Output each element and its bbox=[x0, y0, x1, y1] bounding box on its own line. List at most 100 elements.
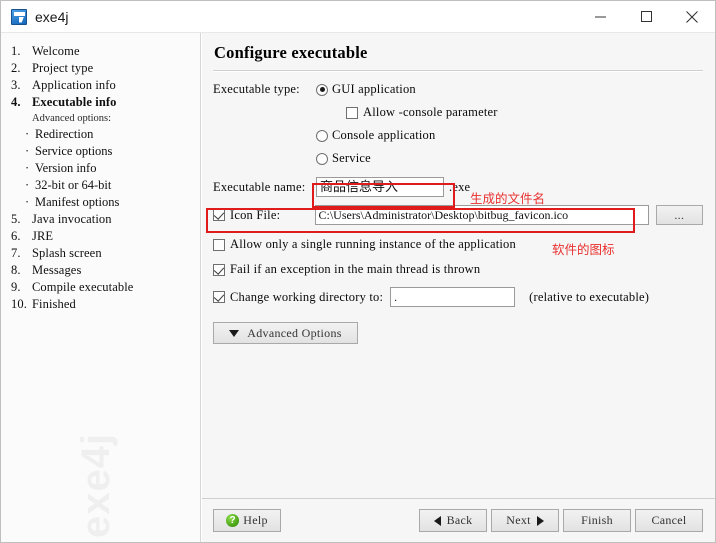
configure-executable-form: Configure executable Executable type: GU… bbox=[202, 33, 715, 498]
radio-label: GUI application bbox=[332, 82, 416, 96]
sidebar-item-executable-info[interactable]: 4. Executable info bbox=[1, 94, 200, 111]
icon-file-browse-button[interactable]: ... bbox=[655, 205, 703, 225]
step-number: 6. bbox=[11, 229, 21, 243]
sidebar-item-java-invocation[interactable]: 5. Java invocation bbox=[1, 211, 200, 228]
sidebar-item-label: Service options bbox=[35, 144, 113, 158]
cancel-label: Cancel bbox=[651, 513, 687, 527]
sidebar-item-label: Finished bbox=[32, 297, 76, 311]
window-title: exe4j bbox=[35, 8, 69, 25]
maximize-icon[interactable] bbox=[623, 1, 669, 32]
window-body: 1. Welcome 2. Project type 3. Applicatio… bbox=[1, 33, 715, 542]
sidebar-item-finished[interactable]: 10. Finished bbox=[1, 296, 200, 313]
sidebar-item-label: Splash screen bbox=[32, 246, 102, 260]
sidebar-item-32-or-64-bit[interactable]: · 32-bit or 64-bit bbox=[1, 177, 200, 194]
radio-gui-application[interactable]: GUI application bbox=[316, 82, 416, 97]
advanced-options-button[interactable]: Advanced Options bbox=[213, 322, 358, 344]
sidebar-item-label: Redirection bbox=[35, 127, 94, 141]
content-panel: Configure executable Executable type: GU… bbox=[201, 33, 715, 542]
exe4j-watermark: exe4j bbox=[74, 432, 118, 538]
sidebar-item-compile-executable[interactable]: 9. Compile executable bbox=[1, 279, 200, 296]
exe4j-app-icon bbox=[11, 8, 27, 25]
sidebar-item-label: Messages bbox=[32, 263, 82, 277]
radio-console-application[interactable]: Console application bbox=[213, 128, 703, 143]
step-number: 10. bbox=[11, 297, 27, 311]
checkbox-label: Allow only a single running instance of … bbox=[230, 237, 516, 251]
working-directory-input[interactable]: . bbox=[390, 287, 516, 307]
step-number: 9. bbox=[11, 280, 21, 294]
checkbox-allow-console-parameter[interactable]: Allow -console parameter bbox=[213, 105, 703, 120]
radio-label: Console application bbox=[332, 128, 436, 142]
sidebar-item-messages[interactable]: 8. Messages bbox=[1, 262, 200, 279]
checkbox-label: Fail if an exception in the main thread … bbox=[230, 262, 481, 276]
title-divider bbox=[213, 70, 703, 72]
advanced-options-label: Advanced Options bbox=[247, 325, 342, 340]
next-label: Next bbox=[506, 513, 531, 527]
back-button[interactable]: Back bbox=[419, 509, 487, 532]
checkbox-icon-unchecked bbox=[213, 238, 225, 251]
executable-name-input[interactable]: 商品信息导入 bbox=[316, 177, 444, 197]
exe4j-wizard-window: exe4j 1. Welcome 2. Project type 3. Appl… bbox=[0, 0, 716, 543]
radio-icon-selected bbox=[316, 83, 328, 96]
wizard-steps-sidebar: 1. Welcome 2. Project type 3. Applicatio… bbox=[1, 33, 201, 542]
sidebar-item-label: Welcome bbox=[32, 44, 80, 58]
annotation-text-icon: 软件的图标 bbox=[552, 242, 615, 257]
step-number: 7. bbox=[11, 246, 21, 260]
help-button[interactable]: ? Help bbox=[213, 509, 281, 532]
checkbox-single-instance[interactable]: Allow only a single running instance of … bbox=[213, 237, 703, 252]
page-title: Configure executable bbox=[214, 43, 368, 62]
sidebar-item-label: Application info bbox=[32, 78, 116, 92]
sidebar-item-version-info[interactable]: · Version info bbox=[1, 160, 200, 177]
sidebar-item-manifest-options[interactable]: · Manifest options bbox=[1, 194, 200, 211]
working-directory-hint: (relative to executable) bbox=[529, 289, 650, 304]
arrow-right-icon bbox=[536, 515, 544, 526]
executable-name-suffix: .exe bbox=[449, 179, 471, 194]
radio-service[interactable]: Service bbox=[213, 151, 703, 166]
help-label: Help bbox=[243, 513, 268, 527]
icon-file-label: Icon File: bbox=[230, 207, 281, 222]
step-number: 2. bbox=[11, 61, 21, 75]
icon-file-input[interactable]: C:\Users\Administrator\Desktop\bitbug_fa… bbox=[314, 205, 649, 225]
sidebar-item-service-options[interactable]: · Service options bbox=[1, 143, 200, 160]
sidebar-item-welcome[interactable]: 1. Welcome bbox=[1, 43, 200, 60]
checkbox-icon-checked bbox=[213, 291, 225, 303]
finish-button[interactable]: Finish bbox=[563, 509, 631, 532]
cancel-button[interactable]: Cancel bbox=[635, 509, 703, 532]
executable-name-label: Executable name: bbox=[213, 179, 306, 194]
sidebar-item-label: Java invocation bbox=[32, 212, 112, 226]
back-label: Back bbox=[446, 513, 473, 527]
step-number: 4. bbox=[11, 95, 21, 109]
radio-icon bbox=[316, 129, 328, 142]
checkbox-icon-checked bbox=[213, 263, 225, 276]
checkbox-change-working-directory[interactable]: Change working directory to: bbox=[213, 290, 383, 305]
window-controls bbox=[577, 1, 715, 32]
checkbox-fail-on-exception[interactable]: Fail if an exception in the main thread … bbox=[213, 262, 703, 277]
sidebar-item-label: 32-bit or 64-bit bbox=[35, 178, 112, 192]
title-bar: exe4j bbox=[1, 1, 715, 33]
radio-label: Service bbox=[332, 151, 371, 165]
checkbox-icon-unchecked bbox=[346, 106, 358, 119]
sidebar-item-project-type[interactable]: 2. Project type bbox=[1, 60, 200, 77]
arrow-left-icon bbox=[433, 515, 441, 526]
sidebar-item-splash-screen[interactable]: 7. Splash screen bbox=[1, 245, 200, 262]
navigation-buttons: Back Next Finish Cancel bbox=[419, 509, 703, 532]
close-icon[interactable] bbox=[669, 1, 715, 32]
checkbox-icon-file[interactable]: Icon File: bbox=[213, 208, 315, 223]
sidebar-item-label: Version info bbox=[35, 161, 97, 175]
wizard-footer: ? Help Back Next Finish Cancel bbox=[202, 498, 715, 542]
sidebar-item-redirection[interactable]: · Redirection bbox=[1, 126, 200, 143]
bullet-icon: · bbox=[25, 144, 30, 158]
sidebar-item-label: Compile executable bbox=[32, 280, 134, 294]
sidebar-item-jre[interactable]: 6. JRE bbox=[1, 228, 200, 245]
step-number: 8. bbox=[11, 263, 21, 277]
next-button[interactable]: Next bbox=[491, 509, 559, 532]
radio-icon bbox=[316, 152, 328, 165]
sidebar-item-label: Manifest options bbox=[35, 195, 120, 209]
sidebar-item-application-info[interactable]: 3. Application info bbox=[1, 77, 200, 94]
chevron-down-icon bbox=[229, 329, 240, 337]
sidebar-item-label: Project type bbox=[32, 61, 94, 75]
step-number: 3. bbox=[11, 78, 21, 92]
minimize-icon[interactable] bbox=[577, 1, 623, 32]
sidebar-item-label: JRE bbox=[32, 229, 54, 243]
annotation-text-filename: 生成的文件名 bbox=[470, 191, 546, 206]
bullet-icon: · bbox=[25, 195, 30, 209]
